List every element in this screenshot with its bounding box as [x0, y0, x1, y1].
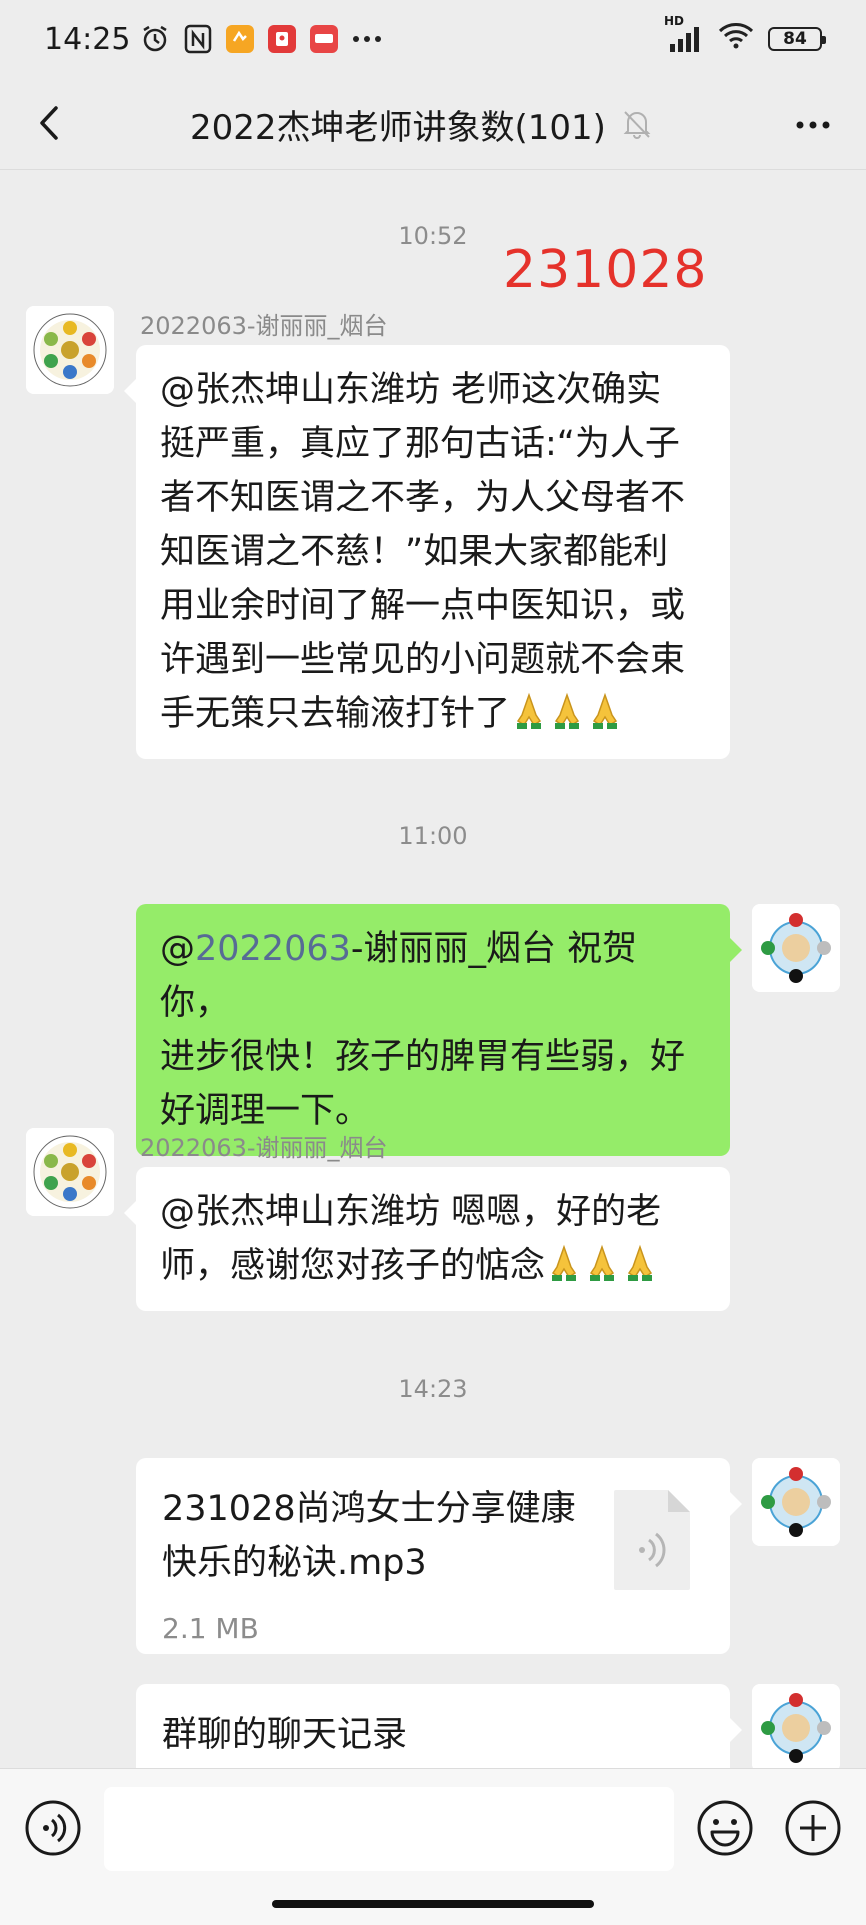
- mention-link[interactable]: 2022063: [195, 929, 351, 969]
- message-line-text: 手无策只去输液打针了: [160, 694, 511, 734]
- message-line-text: 师，感谢您对孩子的惦念: [160, 1246, 546, 1286]
- mute-bell-icon: [623, 111, 651, 139]
- praying-hands-emoji-icon: [516, 692, 542, 729]
- sender-name: 2022063-谢丽丽_烟台: [140, 312, 388, 340]
- file-name-line: 231028尚鸿女士分享健康: [162, 1489, 576, 1529]
- nfc-icon: [184, 24, 212, 54]
- avatar-wheel-image: [26, 306, 114, 394]
- message-line: 挺严重，真应了那句古话:“为人子: [160, 424, 680, 464]
- avatar[interactable]: [26, 1128, 114, 1216]
- message-line: 知医谓之不慈！”如果大家都能利: [160, 532, 669, 572]
- signal-icon: HD: [664, 14, 704, 54]
- my-avatar[interactable]: [752, 1458, 840, 1546]
- file-message[interactable]: 231028尚鸿女士分享健康 快乐的秘诀.mp3 2.1 MB: [136, 1458, 742, 1654]
- status-time: 14:25: [44, 21, 131, 57]
- audio-file-icon: [614, 1490, 690, 1590]
- avatar-diagram-image: [752, 1458, 840, 1546]
- alarm-icon: [140, 24, 170, 54]
- message-line: 师，感谢您对孩子的惦念: [160, 1239, 706, 1293]
- praying-hands-emoji-icon: [554, 692, 580, 729]
- more-icon[interactable]: [790, 102, 836, 148]
- timestamp: 10:52: [398, 222, 468, 250]
- plus-icon[interactable]: [784, 1799, 842, 1857]
- message-line: 进步很快！孩子的脾胃有些弱，好: [160, 1037, 686, 1077]
- message-bubble-outgoing[interactable]: @2022063-谢丽丽_烟台 祝贺你， 进步很快！孩子的脾胃有些弱，好 好调理…: [136, 904, 742, 1156]
- battery-icon: 84: [768, 27, 826, 51]
- praying-hands-emoji-icon: [551, 1244, 577, 1281]
- chat-area[interactable]: 10:52 231028 2022063-谢丽丽_烟台 @张杰坤山东潍坊 老师这…: [0, 170, 866, 1768]
- date-stamp: 231028: [503, 240, 708, 300]
- wifi-icon: [718, 21, 754, 57]
- avatar[interactable]: [26, 306, 114, 394]
- timestamp: 11:00: [398, 822, 468, 850]
- avatar-wheel-image: [26, 1128, 114, 1216]
- my-avatar[interactable]: [752, 1684, 840, 1768]
- message-input[interactable]: [104, 1787, 674, 1871]
- message-line: 许遇到一些常见的小问题就不会束: [160, 640, 686, 680]
- timestamp: 14:23: [398, 1375, 468, 1403]
- chat-title: 2022杰坤老师讲象数(101): [190, 107, 606, 148]
- message-line: @张杰坤山东潍坊 老师这次确实: [160, 370, 662, 410]
- praying-hands-emoji-icon: [627, 1244, 653, 1281]
- file-name-line: 快乐的秘诀.mp3: [162, 1543, 427, 1583]
- praying-hands-emoji-icon: [589, 1244, 615, 1281]
- sender-name: 2022063-谢丽丽_烟台: [140, 1134, 388, 1162]
- message-line: 用业余时间了解一点中医知识，或: [160, 586, 686, 626]
- home-indicator[interactable]: [272, 1900, 594, 1908]
- file-name: 231028尚鸿女士分享健康 快乐的秘诀.mp3: [162, 1482, 582, 1590]
- avatar-diagram-image: [752, 1684, 840, 1768]
- news-app-icon: [310, 25, 339, 53]
- app-notification-icon: [226, 25, 255, 53]
- message-bubble[interactable]: @张杰坤山东潍坊 老师这次确实 挺严重，真应了那句古话:“为人子 者不知医谓之不…: [124, 345, 730, 759]
- voice-icon[interactable]: [24, 1799, 82, 1857]
- avatar-diagram-image: [752, 904, 840, 992]
- more-notifications-icon: [352, 35, 382, 43]
- chat-record-title: 群聊的聊天记录: [162, 1715, 408, 1755]
- chat-header: 2022杰坤老师讲象数(101): [0, 78, 866, 170]
- title-group: 2022杰坤老师讲象数(101): [190, 78, 654, 170]
- message-line: @张杰坤山东潍坊 嗯嗯，好的老: [160, 1192, 662, 1232]
- back-arrow-icon[interactable]: [26, 98, 76, 148]
- status-bar: 14:25 HD 84: [0, 0, 866, 78]
- message-line: 者不知医谓之不孝，为人父母者不: [160, 478, 686, 518]
- my-avatar[interactable]: [752, 904, 840, 992]
- file-size: 2.1 MB: [162, 1612, 259, 1645]
- praying-hands-emoji-icon: [592, 692, 618, 729]
- network-type-label: HD: [664, 14, 685, 28]
- message-line: 手无策只去输液打针了: [160, 687, 706, 741]
- mention-at: @: [160, 929, 195, 969]
- chat-record-message[interactable]: 群聊的聊天记录: [136, 1684, 742, 1768]
- message-bubble[interactable]: @张杰坤山东潍坊 嗯嗯，好的老 师，感谢您对孩子的惦念: [124, 1167, 730, 1311]
- message-line: @2022063-谢丽丽_烟台 祝贺你，: [160, 922, 706, 1030]
- red-packet-icon: [268, 25, 297, 53]
- emoji-icon[interactable]: [696, 1799, 754, 1857]
